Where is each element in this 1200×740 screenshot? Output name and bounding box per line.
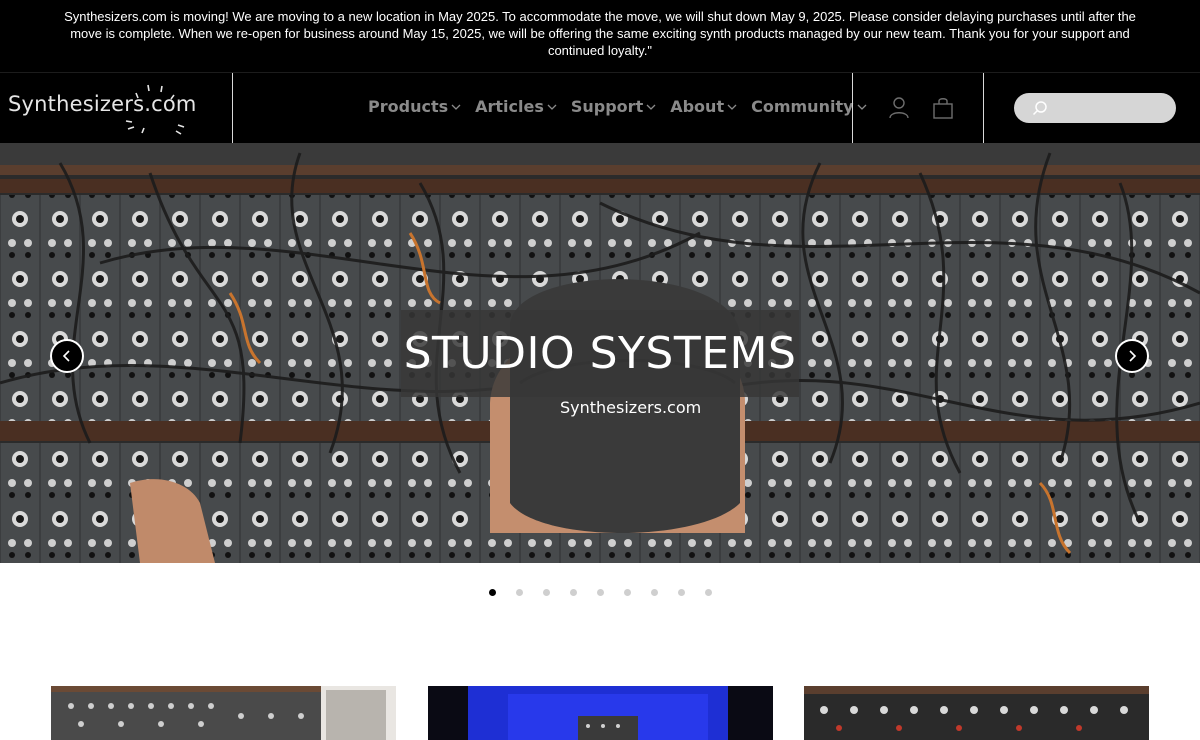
header-icons — [852, 73, 984, 144]
carousel-dot[interactable] — [651, 589, 658, 596]
category-image — [428, 686, 773, 740]
chevron-down-icon — [727, 104, 737, 110]
category-image — [804, 686, 1149, 740]
shopping-bag-icon[interactable] — [933, 97, 953, 119]
carousel-dot[interactable] — [570, 589, 577, 596]
category-tile[interactable] — [428, 686, 773, 740]
nav-about[interactable]: About — [670, 97, 737, 116]
nav-label: Support — [570, 97, 644, 116]
hero-title: STUDIO SYSTEMS — [401, 310, 799, 397]
category-tile[interactable] — [804, 686, 1149, 740]
category-image — [51, 686, 396, 740]
nav-label: Community — [751, 97, 854, 116]
nav-products[interactable]: Products — [368, 97, 461, 116]
nav-label: About — [670, 97, 725, 116]
chevron-left-icon — [62, 350, 70, 362]
carousel-dot[interactable] — [489, 589, 496, 596]
carousel-dot[interactable] — [624, 589, 631, 596]
nav-articles[interactable]: Articles — [475, 97, 557, 116]
user-icon[interactable] — [889, 97, 909, 119]
category-tile[interactable] — [51, 686, 396, 740]
logo-arc-icon — [125, 84, 185, 135]
nav-label: Products — [368, 97, 449, 116]
hero-slideshow: Synthesizers.com STUDIO SYSTEMS — [0, 143, 1200, 563]
search-box[interactable] — [1014, 93, 1176, 123]
search-input[interactable] — [1054, 97, 1164, 119]
prev-slide-button[interactable] — [50, 339, 84, 373]
carousel-dot[interactable] — [678, 589, 685, 596]
search-icon — [1032, 101, 1047, 116]
carousel-dots — [489, 589, 732, 596]
chevron-right-icon — [1129, 350, 1137, 362]
chevron-down-icon — [451, 104, 461, 110]
cap-logo-text: Synthesizers.com — [560, 398, 701, 417]
announcement-bar: Synthesizers.com is moving! We are movin… — [0, 0, 1200, 72]
nav-label: Articles — [475, 97, 544, 116]
carousel-dot[interactable] — [516, 589, 523, 596]
carousel-dot[interactable] — [705, 589, 712, 596]
announcement-text: Synthesizers.com is moving! We are movin… — [64, 9, 1136, 58]
logo-link[interactable]: Synthesizers.com — [0, 73, 233, 144]
chevron-down-icon — [547, 104, 557, 110]
chevron-down-icon — [646, 104, 656, 110]
nav-support[interactable]: Support — [571, 97, 656, 116]
nav-community[interactable]: Community — [751, 97, 866, 116]
carousel-dot[interactable] — [597, 589, 604, 596]
next-slide-button[interactable] — [1115, 339, 1149, 373]
site-header: Synthesizers.com Products Articles Suppo… — [0, 72, 1200, 144]
carousel-dot[interactable] — [543, 589, 550, 596]
main-nav: Products Articles Support About Communit… — [368, 97, 881, 116]
